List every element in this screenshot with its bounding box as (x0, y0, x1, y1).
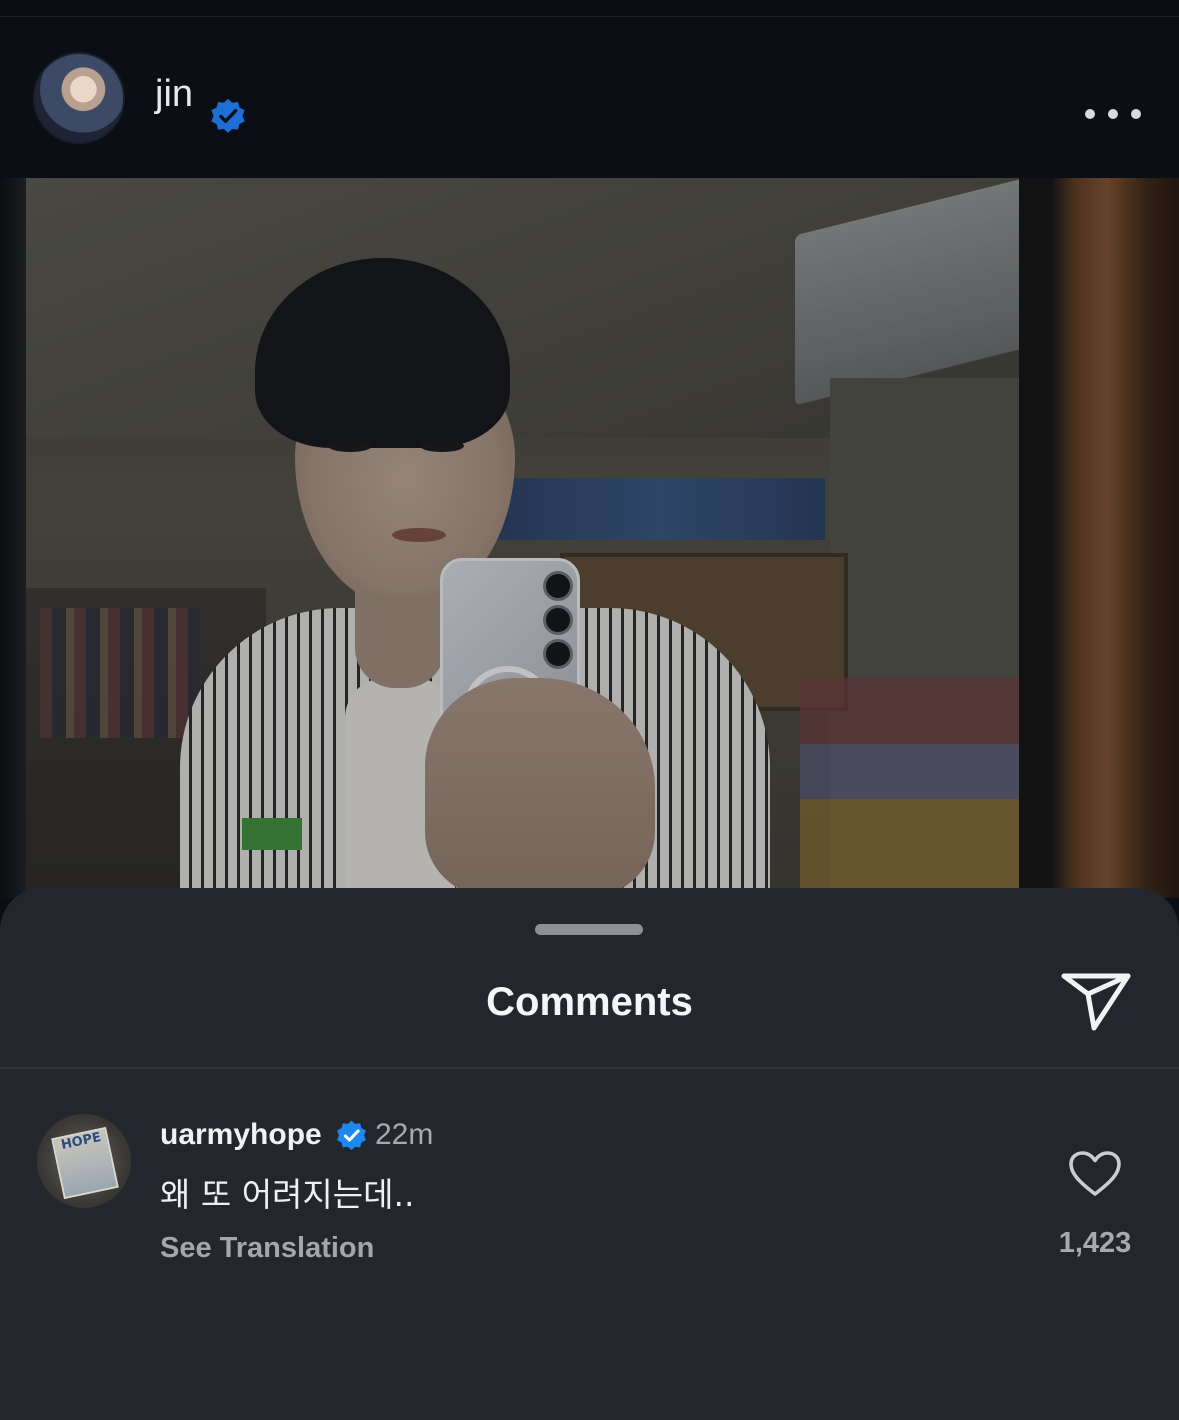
verified-badge-icon (337, 1120, 366, 1151)
comment-username[interactable]: uarmyhope (160, 1118, 322, 1152)
comments-title: Comments (486, 980, 693, 1024)
post-header: jin (0, 17, 1179, 178)
like-count: 1,423 (1058, 1227, 1132, 1259)
comment-text: 왜 또 어려지는데.. (160, 1175, 415, 1214)
comment-avatar[interactable]: HOPE (37, 1114, 131, 1208)
sheet-divider (0, 1067, 1179, 1069)
post-username[interactable]: jin (155, 73, 193, 116)
comments-sheet: Comments HOPE uarmyhope 22m 왜 또 어려지는데.. … (0, 888, 1179, 1420)
see-translation-link[interactable]: See Translation (160, 1232, 374, 1265)
send-icon[interactable] (1060, 970, 1132, 1032)
more-options-icon[interactable] (1085, 103, 1141, 125)
post-photo[interactable] (0, 178, 1179, 898)
status-bar-strip (0, 0, 1179, 17)
verified-badge-icon (211, 98, 245, 133)
profile-avatar[interactable] (33, 52, 125, 144)
heart-outline-icon[interactable] (1068, 1150, 1122, 1198)
sheet-drag-handle[interactable] (535, 924, 643, 935)
comment-timestamp: 22m (375, 1118, 434, 1151)
